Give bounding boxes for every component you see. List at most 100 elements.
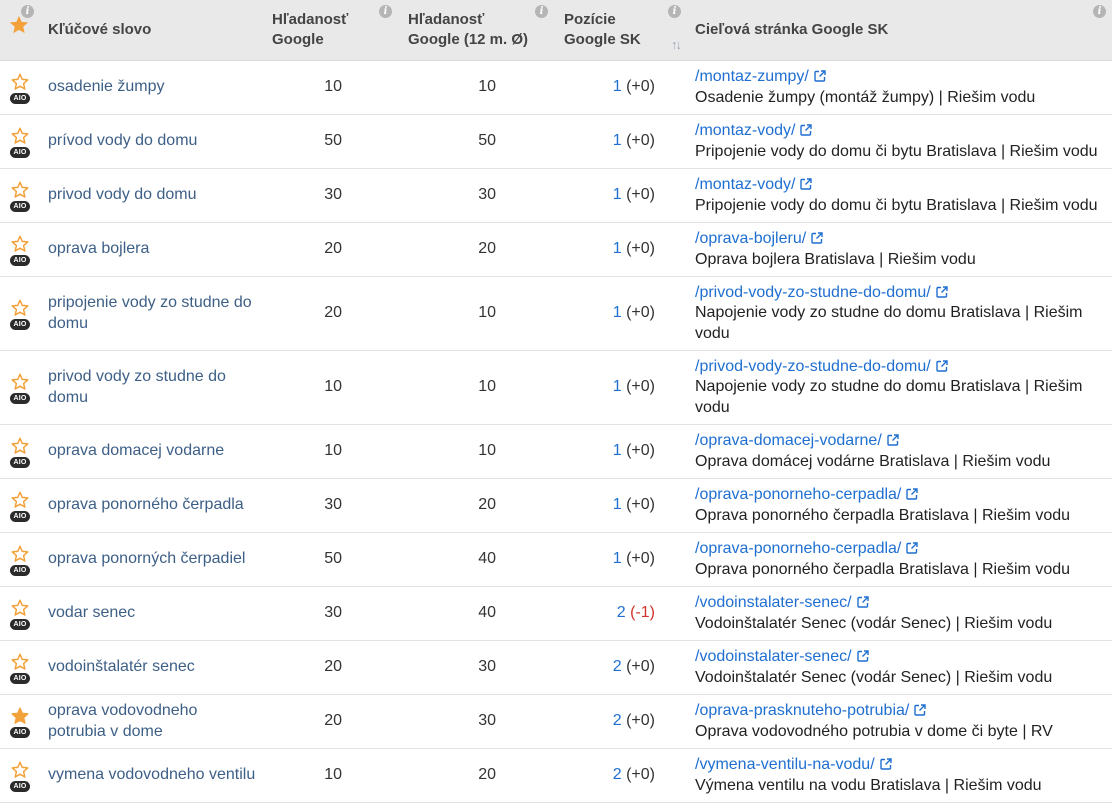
target-url-link[interactable]: /montaz-zumpy/	[695, 68, 809, 85]
aio-badge[interactable]: AIO	[10, 510, 30, 522]
position-value[interactable]: 2	[613, 658, 622, 675]
position-cell: 1 (+0)	[554, 114, 687, 169]
info-icon[interactable]: i	[379, 5, 392, 18]
target-url-link[interactable]: /privod-vody-zo-studne-do-domu/	[695, 284, 931, 301]
keyword-link[interactable]: osadenie žumpy	[40, 60, 262, 115]
external-link-icon[interactable]	[800, 124, 813, 136]
header-position[interactable]: Pozície Google SK i ↑↓	[554, 0, 687, 61]
google-volume: 50	[262, 532, 398, 587]
info-icon[interactable]: i	[1093, 5, 1106, 18]
external-link-icon[interactable]	[935, 286, 948, 298]
position-value[interactable]: 1	[613, 240, 622, 257]
target-url-link[interactable]: /vodoinstalater-senec/	[695, 594, 852, 611]
position-value[interactable]: 1	[613, 186, 622, 203]
sort-icon[interactable]: ↑↓	[671, 35, 682, 55]
target-url-link[interactable]: /montaz-vody/	[695, 122, 795, 139]
position-value[interactable]: 1	[613, 378, 622, 395]
google-volume: 20	[262, 640, 398, 695]
target-url-link[interactable]: /montaz-vody/	[695, 176, 795, 193]
external-link-icon[interactable]	[914, 704, 927, 716]
aio-badge[interactable]: AIO	[10, 672, 30, 684]
target-url-link[interactable]: /oprava-domacej-vodarne/	[695, 432, 882, 449]
header-google-volume-12m[interactable]: Hľadanosť Google (12 m. Ø) i	[398, 0, 554, 61]
star-icon[interactable]	[10, 598, 30, 618]
external-link-icon[interactable]	[800, 178, 813, 190]
position-value[interactable]: 2	[617, 604, 626, 621]
position-value[interactable]: 1	[613, 442, 622, 459]
target-page-cell: /oprava-bojleru/ Oprava bojlera Bratisla…	[687, 222, 1112, 277]
position-value[interactable]: 1	[613, 304, 622, 321]
position-value[interactable]: 2	[613, 712, 622, 729]
star-icon[interactable]	[10, 652, 30, 672]
aio-badge[interactable]: AIO	[10, 456, 30, 468]
target-url-link[interactable]: /oprava-bojleru/	[695, 230, 806, 247]
header-keyword[interactable]: Kľúčové slovo	[40, 0, 262, 61]
external-link-icon[interactable]	[879, 758, 892, 770]
target-page-title: Oprava domácej vodárne Bratislava | Rieš…	[695, 452, 1051, 470]
keyword-link[interactable]: oprava ponorného čerpadla	[40, 478, 262, 533]
star-icon[interactable]	[10, 234, 30, 254]
star-icon[interactable]	[10, 126, 30, 146]
star-icon[interactable]	[10, 72, 30, 92]
aio-badge[interactable]: AIO	[10, 392, 30, 404]
keyword-link[interactable]: oprava ponorných čerpadiel	[40, 532, 262, 587]
info-icon[interactable]: i	[21, 5, 34, 18]
aio-badge[interactable]: AIO	[10, 564, 30, 576]
keyword-link[interactable]: vymena vodovodneho ventilu	[40, 748, 262, 803]
keyword-link[interactable]: vodoinštalatér senec	[40, 640, 262, 695]
external-link-icon[interactable]	[887, 434, 899, 446]
star-icon[interactable]	[10, 760, 30, 780]
aio-badge[interactable]: AIO	[10, 780, 30, 792]
keyword-link[interactable]: privod vody zo studne do domu	[40, 350, 262, 425]
position-value[interactable]: 1	[613, 496, 622, 513]
header-star-column[interactable]: i	[0, 0, 40, 61]
keyword-link[interactable]: oprava bojlera	[40, 222, 262, 277]
target-url-link[interactable]: /vymena-ventilu-na-vodu/	[695, 756, 875, 773]
keyword-link[interactable]: prívod vody do domu	[40, 114, 262, 169]
external-link-icon[interactable]	[856, 650, 869, 662]
aio-badge[interactable]: AIO	[10, 318, 30, 330]
target-url-link[interactable]: /oprava-ponorneho-cerpadla/	[695, 540, 901, 557]
position-value[interactable]: 1	[613, 78, 622, 95]
header-target-page[interactable]: Cieľová stránka Google SK i	[687, 0, 1112, 61]
info-icon[interactable]: i	[668, 5, 681, 18]
position-value[interactable]: 1	[613, 550, 622, 567]
external-link-icon[interactable]	[935, 360, 948, 372]
star-cell: AIO	[0, 694, 40, 749]
keyword-link[interactable]: vodar senec	[40, 586, 262, 641]
position-value[interactable]: 2	[613, 766, 622, 783]
keyword-link[interactable]: privod vody do domu	[40, 168, 262, 223]
position-change: (+0)	[626, 378, 655, 396]
aio-badge[interactable]: AIO	[10, 726, 30, 738]
keyword-link[interactable]: oprava domacej vodarne	[40, 424, 262, 479]
star-cell: AIO	[0, 586, 40, 641]
aio-badge[interactable]: AIO	[10, 146, 30, 158]
star-icon[interactable]	[10, 180, 30, 200]
target-page-cell: /montaz-vody/ Pripojenie vody do domu či…	[687, 168, 1112, 223]
external-link-icon[interactable]	[856, 596, 869, 608]
target-page-cell: /vymena-ventilu-na-vodu/ Výmena ventilu …	[687, 748, 1112, 803]
target-url-link[interactable]: /vodoinstalater-senec/	[695, 648, 852, 665]
target-url-link[interactable]: /oprava-ponorneho-cerpadla/	[695, 486, 901, 503]
keyword-link[interactable]: pripojenie vody zo studne do domu	[40, 276, 262, 351]
star-icon[interactable]	[10, 544, 30, 564]
info-icon[interactable]: i	[535, 5, 548, 18]
aio-badge[interactable]: AIO	[10, 200, 30, 212]
aio-badge[interactable]: AIO	[10, 618, 30, 630]
external-link-icon[interactable]	[906, 488, 919, 500]
star-icon[interactable]	[10, 298, 30, 318]
aio-badge[interactable]: AIO	[10, 254, 30, 266]
external-link-icon[interactable]	[906, 542, 919, 554]
star-icon[interactable]	[10, 436, 30, 456]
header-google-volume[interactable]: Hľadanosť Google i	[262, 0, 398, 61]
star-icon[interactable]	[10, 490, 30, 510]
keyword-link[interactable]: oprava vodovodneho potrubia v dome	[40, 694, 262, 749]
position-value[interactable]: 1	[613, 132, 622, 149]
target-url-link[interactable]: /oprava-prasknuteho-potrubia/	[695, 702, 909, 719]
external-link-icon[interactable]	[814, 70, 826, 82]
external-link-icon[interactable]	[811, 232, 823, 244]
target-url-link[interactable]: /privod-vody-zo-studne-do-domu/	[695, 358, 931, 375]
aio-badge[interactable]: AIO	[10, 92, 30, 104]
star-icon[interactable]	[10, 372, 30, 392]
star-filled-icon[interactable]	[10, 706, 30, 726]
